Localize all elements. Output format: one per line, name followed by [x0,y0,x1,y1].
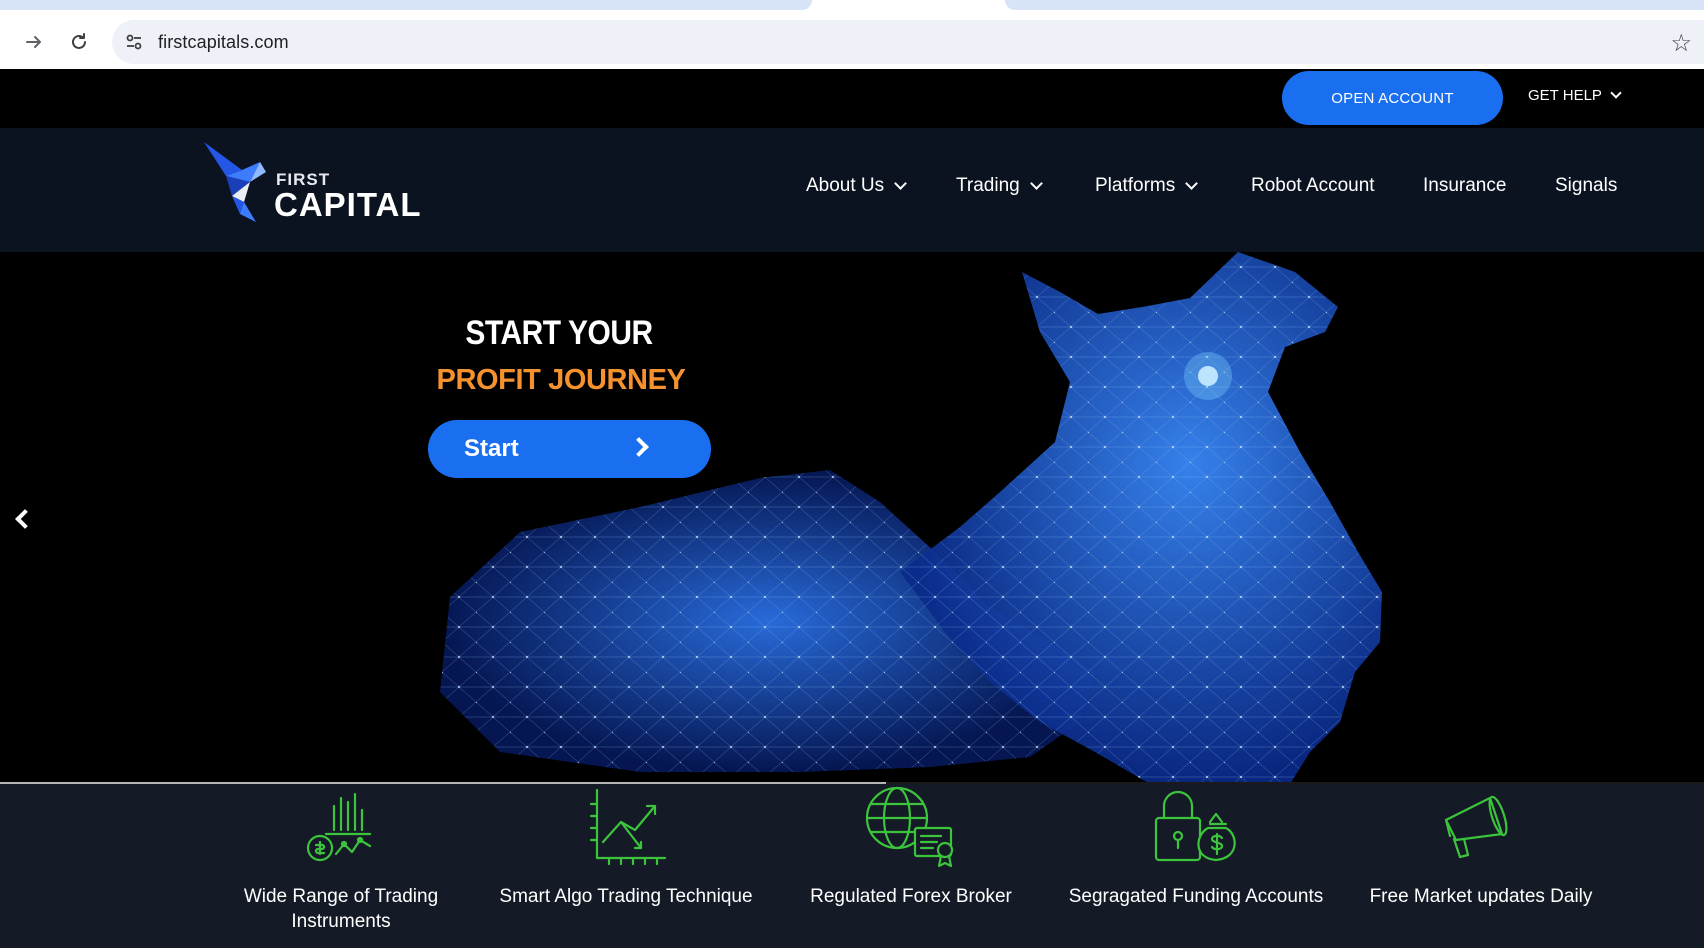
nav-item-label: Trading [956,175,1020,196]
feature-item: Free Market updates Daily [1351,784,1611,907]
features-strip: Wide Range of Trading Instruments Smart … [0,784,1704,948]
bull-bear-image [440,252,1382,784]
nav-item-platforms[interactable]: Platforms [1095,175,1199,197]
url-text[interactable]: firstcapitals.com [158,32,289,53]
nav-item-label: Insurance [1423,175,1507,196]
megaphone-icon [1444,795,1508,859]
browser-toolbar: firstcapitals.com ☆ [0,14,1704,69]
hero-subheadline: PROFIT JOURNEY [436,364,686,396]
nav-item-label: About Us [806,175,885,196]
nav-item-insurance[interactable]: Insurance [1423,175,1506,197]
chevron-down-icon [1610,87,1622,99]
main-navigation: FIRST CAPITAL About Us Trading Platforms… [0,128,1704,252]
get-help-menu[interactable]: GET HELP [1528,87,1622,104]
algo-chart-icon [589,788,667,866]
feature-label: Smart Algo Trading Technique [499,886,753,907]
nav-item-signals[interactable]: Signals [1555,175,1617,197]
browser-tab-strip [0,0,1704,14]
hero-headline: START YOUR [465,314,653,352]
lock-money-bag-icon [1154,790,1236,862]
reload-icon[interactable] [63,26,95,58]
forward-icon[interactable] [18,26,50,58]
chevron-down-icon [1185,177,1199,190]
start-button-label: Start [464,435,519,462]
browser-tab[interactable] [0,0,812,10]
hero-slider: START YOUR PROFIT JOURNEY Start [0,252,1704,784]
chevron-right-icon [629,437,649,457]
feature-item: Smart Algo Trading Technique [496,784,756,907]
bookmark-star-icon[interactable]: ☆ [1670,29,1692,58]
chevron-down-icon [1029,177,1043,190]
nav-item-label: Signals [1555,175,1618,196]
address-bar[interactable]: firstcapitals.com ☆ [112,20,1704,64]
feature-label: Wide Range of Trading Instruments [243,886,439,932]
nav-item-about-us[interactable]: About Us [806,175,908,197]
nav-item-label: Robot Account [1251,175,1375,196]
feature-item: Segragated Funding Accounts [1066,784,1326,907]
chevron-down-icon [894,177,908,190]
start-button[interactable]: Start [428,420,711,478]
feature-item: Regulated Forex Broker [781,784,1041,907]
nav-item-label: Platforms [1095,175,1176,196]
trading-instruments-icon [306,792,372,862]
first-capital-logo[interactable]: FIRST CAPITAL [204,142,421,232]
feature-label: Free Market updates Daily [1369,886,1593,907]
logo-text-capital: CAPITAL [274,186,422,223]
globe-certificate-icon [865,786,954,868]
feature-label: Segragated Funding Accounts [1068,886,1324,907]
nav-item-trading[interactable]: Trading [956,175,1043,197]
feature-item: Wide Range of Trading Instruments [211,784,471,932]
bird-logo-icon [204,142,266,222]
open-account-button[interactable]: OPEN ACCOUNT [1282,71,1503,125]
nav-item-robot-account[interactable]: Robot Account [1251,175,1375,197]
top-bar: OPEN ACCOUNT GET HELP [0,69,1704,128]
feature-label: Regulated Forex Broker [810,886,1012,907]
get-help-label: GET HELP [1528,87,1602,104]
browser-tab[interactable] [1005,0,1704,10]
site-settings-icon[interactable] [122,30,146,54]
